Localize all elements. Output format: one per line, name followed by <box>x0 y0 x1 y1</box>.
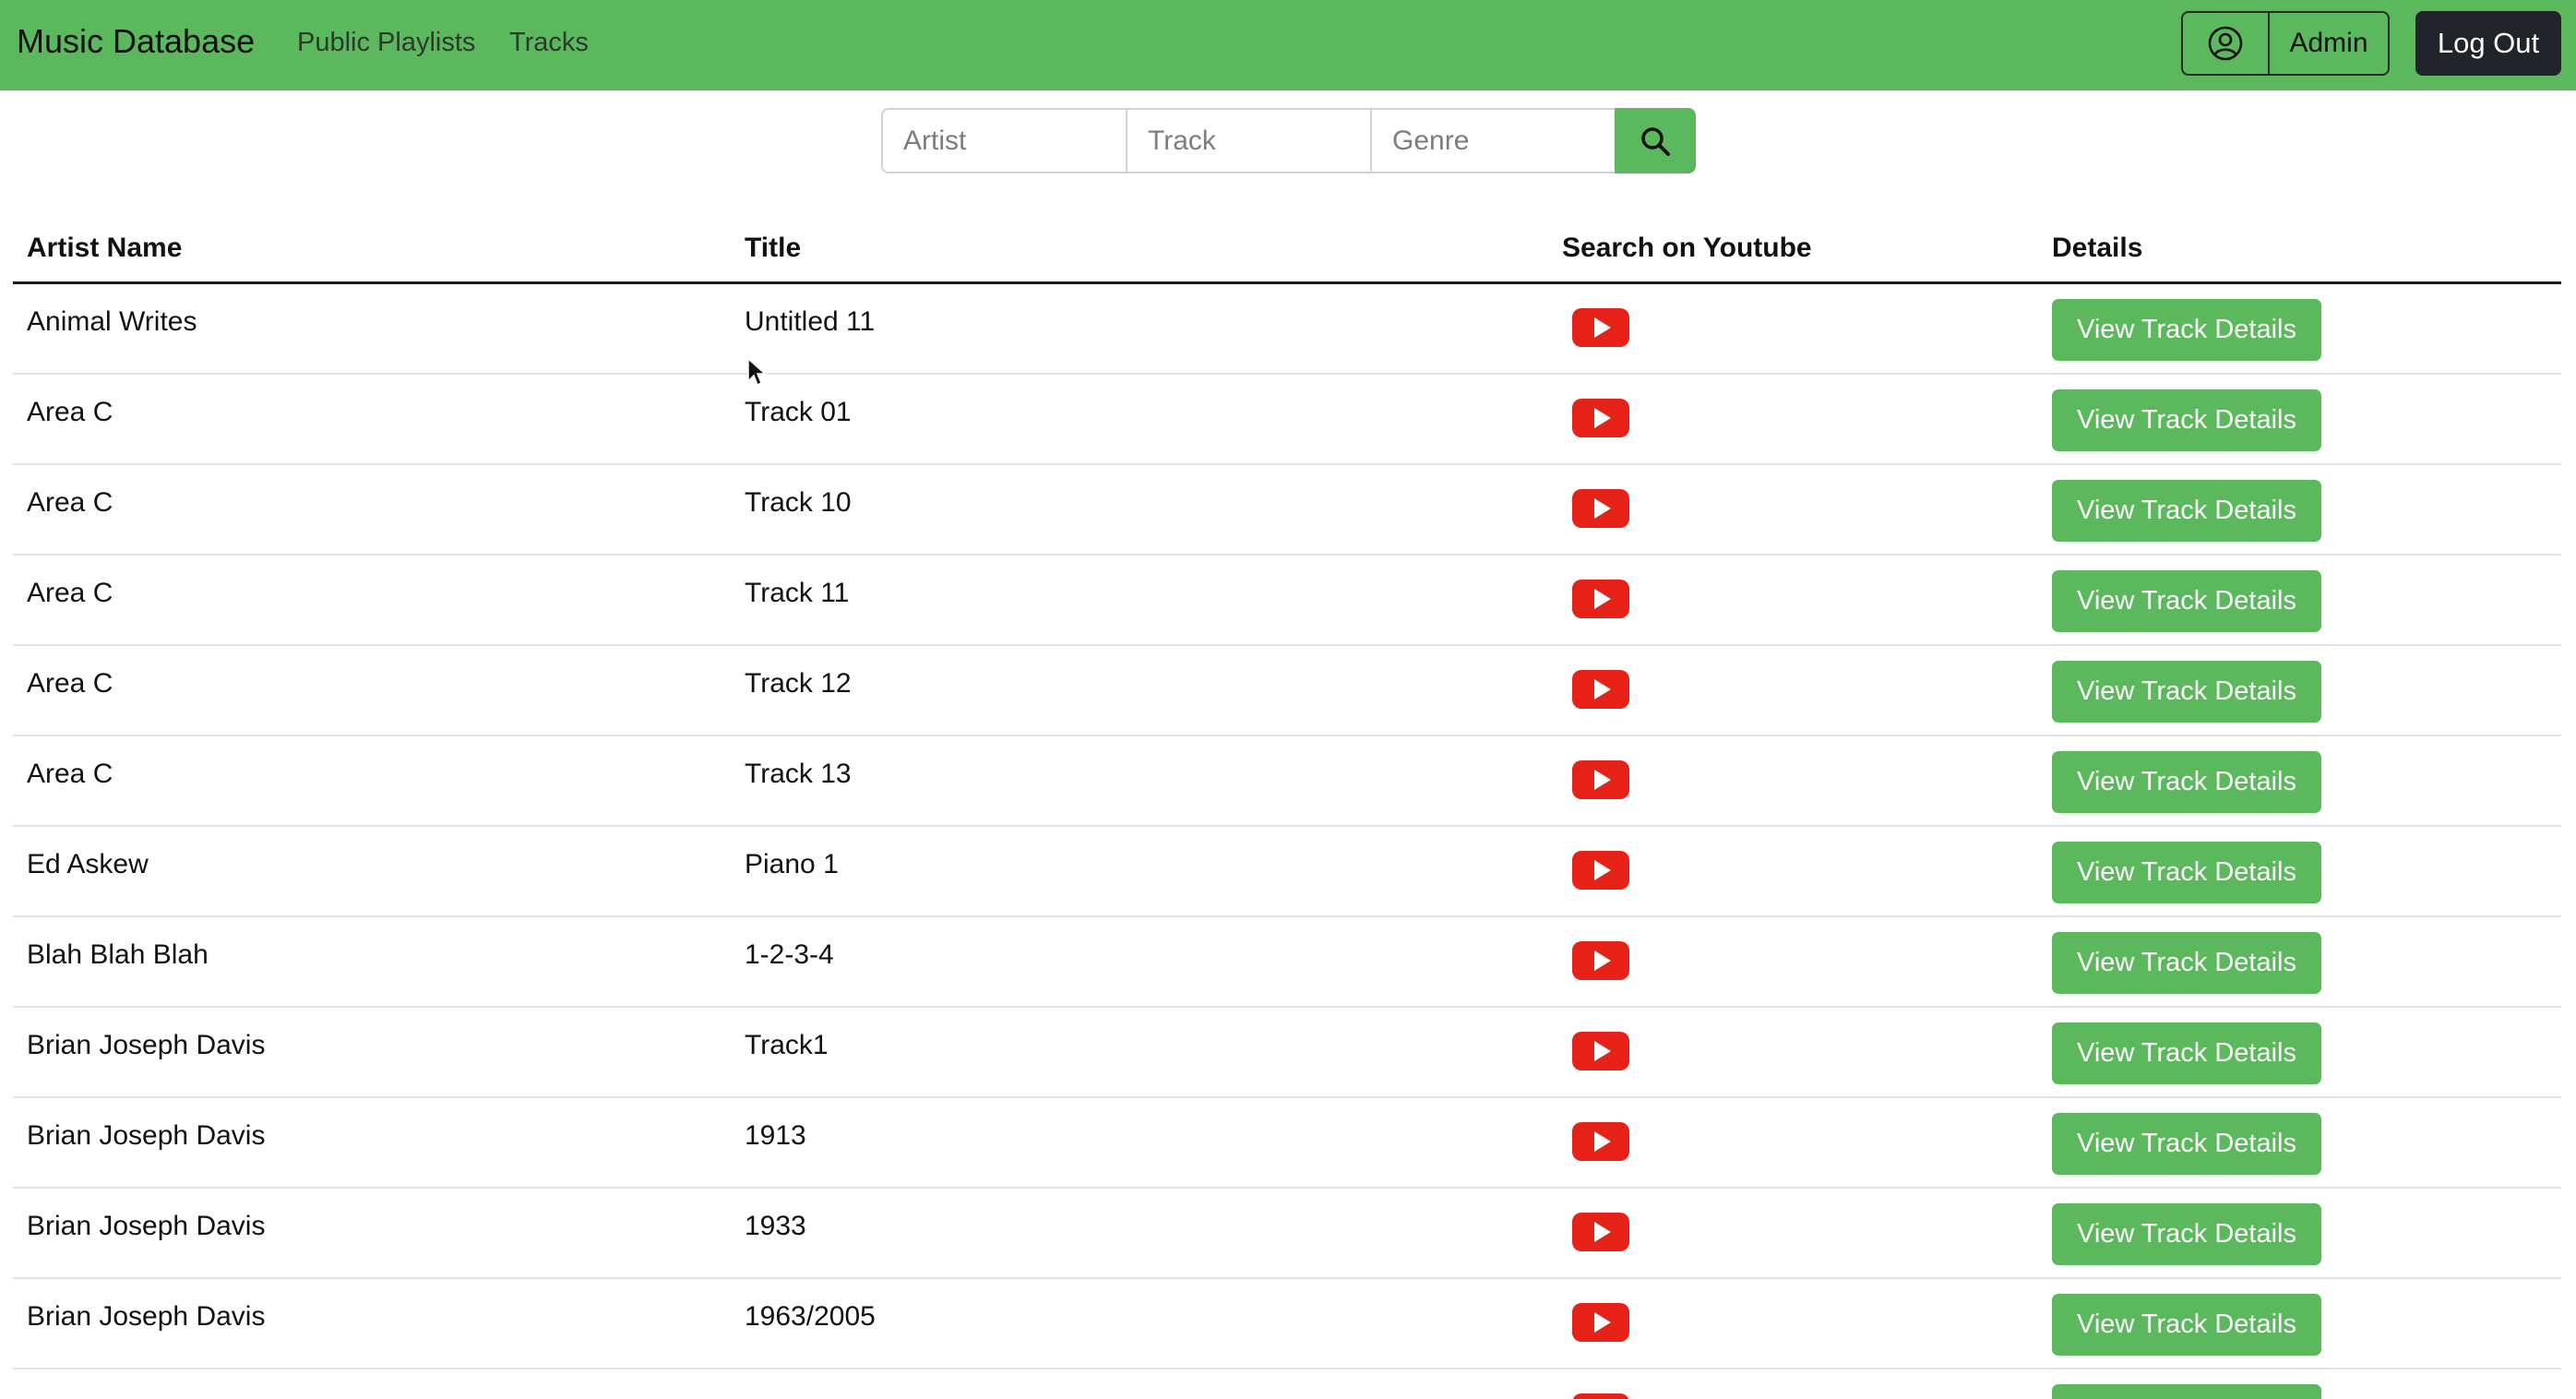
top-navbar: Music Database Public Playlists Tracks A… <box>0 0 2576 90</box>
artist-name-cell: Blah Blah Blah <box>27 939 209 970</box>
youtube-icon <box>1594 860 1611 880</box>
youtube-icon <box>1594 317 1611 338</box>
table-row: Brian Joseph Davis 1913 View Track Details <box>13 1098 2561 1189</box>
artist-name-cell: Brian Joseph Davis <box>27 1120 266 1151</box>
admin-button[interactable]: Admin <box>2270 13 2388 74</box>
table-row: Ed Askew Piano 1 View Track Details <box>13 827 2561 917</box>
track-title-cell: 1963/2005 <box>745 1301 876 1332</box>
youtube-search-button[interactable] <box>1572 670 1629 709</box>
view-track-details-button[interactable]: View Track Details <box>2052 1113 2321 1175</box>
track-title-cell: Track 10 <box>745 487 852 518</box>
table-row: Brian Joseph Davis Track1 View Track Detai… <box>13 1008 2561 1098</box>
youtube-icon <box>1594 679 1611 700</box>
user-profile-button[interactable] <box>2183 13 2270 74</box>
table-row: Brian Joseph Davis 1933 View Track Details <box>13 1189 2561 1279</box>
youtube-icon <box>1594 589 1611 609</box>
table-row: Blah Blah Blah 1-2-3-4 View Track Details <box>13 917 2561 1008</box>
view-track-details-button[interactable]: View Track Details <box>2052 570 2321 632</box>
mouse-cursor-icon <box>747 357 767 387</box>
table-row: Brian Joseph Davis 1963/2005 View Track De… <box>13 1279 2561 1369</box>
artist-name-cell: Area C <box>27 397 113 427</box>
view-track-details-button[interactable]: View Track Details <box>2052 1022 2321 1084</box>
table-row: Area C Track 01 View Track Details <box>13 375 2561 465</box>
artist-name-cell: Animal Writes <box>27 306 197 337</box>
track-title-cell: Untitled 11 <box>745 306 876 337</box>
track-title-cell: 1-2-3-4 <box>745 939 834 970</box>
youtube-icon <box>1594 951 1611 971</box>
youtube-icon <box>1594 498 1611 519</box>
track-title-cell: Piano 1 <box>745 849 839 879</box>
table-row: Area C Track 13 View Track Details <box>13 736 2561 827</box>
table-row: View Track Details <box>13 1369 2561 1399</box>
view-track-details-button[interactable]: View Track Details <box>2052 1384 2321 1399</box>
youtube-icon <box>1594 1222 1611 1242</box>
view-track-details-button[interactable]: View Track Details <box>2052 1294 2321 1356</box>
youtube-search-button[interactable] <box>1572 851 1629 890</box>
youtube-search-button[interactable] <box>1572 399 1629 437</box>
youtube-icon <box>1594 408 1611 428</box>
artist-name-cell: Area C <box>27 578 113 608</box>
track-search-input[interactable] <box>1126 108 1370 173</box>
search-icon <box>1641 126 1670 156</box>
youtube-search-button[interactable] <box>1572 941 1629 980</box>
view-track-details-button[interactable]: View Track Details <box>2052 389 2321 451</box>
track-title-cell: Track 12 <box>745 668 852 699</box>
view-track-details-button[interactable]: View Track Details <box>2052 1203 2321 1265</box>
user-circle-icon <box>2208 26 2243 61</box>
nav-link-public-playlists[interactable]: Public Playlists <box>297 28 475 58</box>
youtube-search-button[interactable] <box>1572 580 1629 618</box>
table-row: Animal Writes Untitled 11 View Track Detai… <box>13 284 2561 375</box>
track-title-cell: Track 01 <box>745 397 852 427</box>
artist-name-cell: Area C <box>27 668 113 699</box>
view-track-details-button[interactable]: View Track Details <box>2052 842 2321 903</box>
logout-button[interactable]: Log Out <box>2415 11 2561 76</box>
track-title-cell: 1933 <box>745 1211 806 1241</box>
view-track-details-button[interactable]: View Track Details <box>2052 751 2321 813</box>
youtube-search-button[interactable] <box>1572 1032 1629 1070</box>
artist-name-cell: Ed Askew <box>27 849 149 879</box>
youtube-search-button[interactable] <box>1572 489 1629 528</box>
view-track-details-button[interactable]: View Track Details <box>2052 299 2321 361</box>
header-title: Title <box>745 233 802 263</box>
artist-name-cell: Area C <box>27 759 113 789</box>
admin-button-group: Admin <box>2181 11 2390 76</box>
youtube-icon <box>1594 770 1611 790</box>
view-track-details-button[interactable]: View Track Details <box>2052 932 2321 994</box>
artist-name-cell: Brian Joseph Davis <box>27 1211 266 1241</box>
search-bar <box>881 108 1696 173</box>
youtube-search-button[interactable] <box>1572 1393 1629 1399</box>
artist-name-cell: Brian Joseph Davis <box>27 1301 266 1332</box>
artist-search-input[interactable] <box>881 108 1126 173</box>
youtube-search-button[interactable] <box>1572 1122 1629 1161</box>
youtube-search-button[interactable] <box>1572 308 1629 347</box>
view-track-details-button[interactable]: View Track Details <box>2052 661 2321 723</box>
track-title-cell: 1913 <box>745 1120 806 1151</box>
table-row: Area C Track 10 View Track Details <box>13 465 2561 556</box>
track-title-cell: Track 13 <box>745 759 852 789</box>
genre-search-input[interactable] <box>1370 108 1615 173</box>
youtube-search-button[interactable] <box>1572 760 1629 799</box>
youtube-search-button[interactable] <box>1572 1213 1629 1251</box>
youtube-icon <box>1594 1312 1611 1333</box>
track-title-cell: Track 11 <box>745 578 850 608</box>
header-search-youtube: Search on Youtube <box>1562 233 1812 263</box>
youtube-icon <box>1594 1041 1611 1061</box>
youtube-search-button[interactable] <box>1572 1303 1629 1342</box>
nav-link-tracks[interactable]: Tracks <box>509 28 589 58</box>
brand-title[interactable]: Music Database <box>17 22 255 61</box>
search-button[interactable] <box>1615 108 1696 173</box>
artist-name-cell: Brian Joseph Davis <box>27 1030 266 1060</box>
view-track-details-button[interactable]: View Track Details <box>2052 480 2321 542</box>
table-row: Area C Track 12 View Track Details <box>13 646 2561 736</box>
header-artist-name: Artist Name <box>27 233 183 263</box>
table-row: Area C Track 11 View Track Details <box>13 556 2561 646</box>
track-title-cell: Track1 <box>745 1030 829 1060</box>
artist-name-cell: Area C <box>27 487 113 518</box>
header-details: Details <box>2052 233 2143 263</box>
youtube-icon <box>1594 1131 1611 1152</box>
